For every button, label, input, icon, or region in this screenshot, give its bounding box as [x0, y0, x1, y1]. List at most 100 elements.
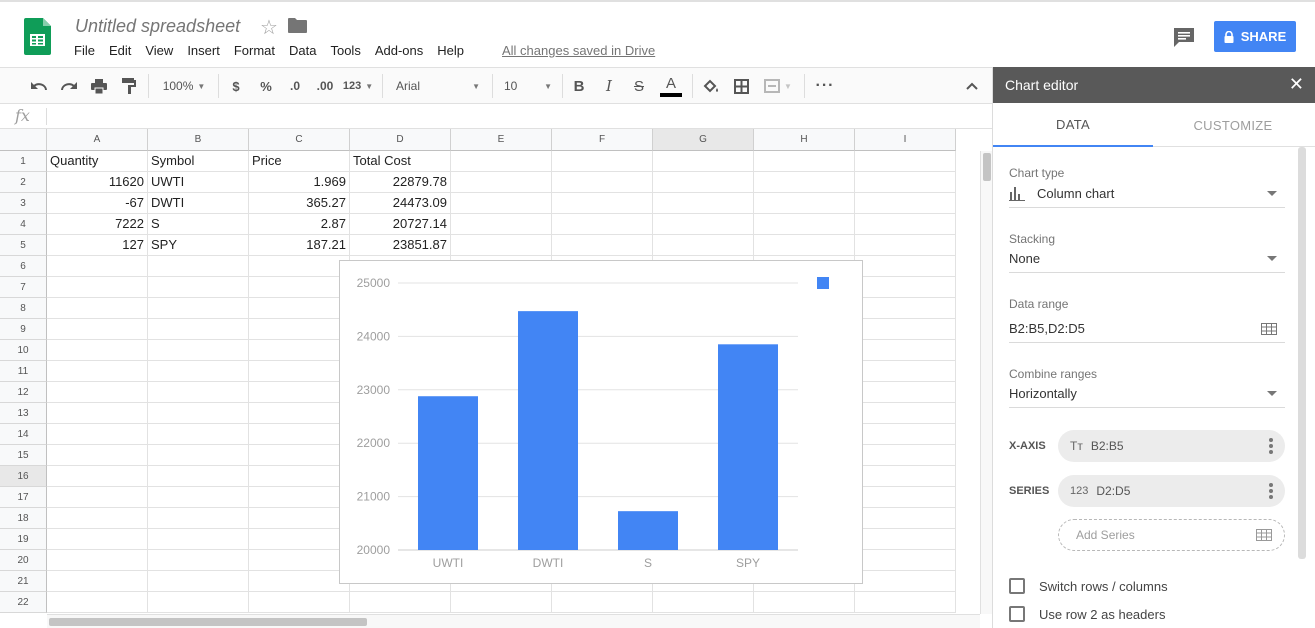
cell-g22[interactable]	[653, 592, 754, 613]
cell-a4[interactable]: 7222	[47, 214, 148, 235]
x-axis-range-chip[interactable]: Tт B2:B5	[1058, 430, 1285, 462]
paint-format-icon[interactable]	[118, 68, 140, 104]
cell-c18[interactable]	[249, 508, 350, 529]
row-header-17[interactable]: 17	[0, 487, 47, 508]
menu-edit[interactable]: Edit	[109, 43, 131, 58]
cell-a17[interactable]	[47, 487, 148, 508]
cell-h1[interactable]	[754, 151, 855, 172]
cell-c8[interactable]	[249, 298, 350, 319]
cell-a12[interactable]	[47, 382, 148, 403]
vertical-scrollbar[interactable]	[980, 151, 992, 614]
cell-c5[interactable]: 187.21	[249, 235, 350, 256]
cell-i21[interactable]	[855, 571, 956, 592]
cell-g1[interactable]	[653, 151, 754, 172]
cell-a16[interactable]	[47, 466, 148, 487]
cell-f5[interactable]	[552, 235, 653, 256]
cell-h22[interactable]	[754, 592, 855, 613]
merge-cells-icon[interactable]: ▼	[760, 68, 796, 104]
cell-d4[interactable]: 20727.14	[350, 214, 451, 235]
cell-b22[interactable]	[148, 592, 249, 613]
switch-rows-checkbox[interactable]	[1009, 578, 1025, 594]
cell-i9[interactable]	[855, 319, 956, 340]
cell-i10[interactable]	[855, 340, 956, 361]
cell-h3[interactable]	[754, 193, 855, 214]
cell-c17[interactable]	[249, 487, 350, 508]
row-header-2[interactable]: 2	[0, 172, 47, 193]
cell-a7[interactable]	[47, 277, 148, 298]
cell-d5[interactable]: 23851.87	[350, 235, 451, 256]
cell-f4[interactable]	[552, 214, 653, 235]
cell-b8[interactable]	[148, 298, 249, 319]
tab-data[interactable]: DATA	[993, 103, 1153, 147]
cell-f2[interactable]	[552, 172, 653, 193]
menu-file[interactable]: File	[74, 43, 95, 58]
cell-c19[interactable]	[249, 529, 350, 550]
menu-help[interactable]: Help	[437, 43, 464, 58]
menu-addons[interactable]: Add-ons	[375, 43, 423, 58]
cell-c15[interactable]	[249, 445, 350, 466]
cell-b3[interactable]: DWTI	[148, 193, 249, 214]
redo-icon[interactable]	[58, 68, 80, 104]
cell-b15[interactable]	[148, 445, 249, 466]
cell-a15[interactable]	[47, 445, 148, 466]
row-header-10[interactable]: 10	[0, 340, 47, 361]
row-header-5[interactable]: 5	[0, 235, 47, 256]
cell-a8[interactable]	[47, 298, 148, 319]
row-header-19[interactable]: 19	[0, 529, 47, 550]
cell-b18[interactable]	[148, 508, 249, 529]
cell-a1[interactable]: Quantity	[47, 151, 148, 172]
menu-insert[interactable]: Insert	[187, 43, 220, 58]
menu-tools[interactable]: Tools	[330, 43, 360, 58]
row-header-18[interactable]: 18	[0, 508, 47, 529]
cell-i17[interactable]	[855, 487, 956, 508]
row-header-12[interactable]: 12	[0, 382, 47, 403]
bar-uwti[interactable]	[418, 396, 478, 550]
cell-h2[interactable]	[754, 172, 855, 193]
fill-color-icon[interactable]	[700, 68, 722, 104]
cell-c3[interactable]: 365.27	[249, 193, 350, 214]
cell-i8[interactable]	[855, 298, 956, 319]
vertical-scroll-thumb[interactable]	[983, 153, 991, 181]
cell-g4[interactable]	[653, 214, 754, 235]
use-row-headers-checkbox[interactable]	[1009, 606, 1025, 622]
column-header-i[interactable]: I	[855, 129, 956, 151]
cell-i22[interactable]	[855, 592, 956, 613]
row-header-6[interactable]: 6	[0, 256, 47, 277]
cell-a2[interactable]: 11620	[47, 172, 148, 193]
cell-i20[interactable]	[855, 550, 956, 571]
cell-i18[interactable]	[855, 508, 956, 529]
cell-b13[interactable]	[148, 403, 249, 424]
cell-b19[interactable]	[148, 529, 249, 550]
strikethrough-button[interactable]: S	[630, 68, 648, 104]
cell-b1[interactable]: Symbol	[148, 151, 249, 172]
cell-c4[interactable]: 2.87	[249, 214, 350, 235]
cell-b21[interactable]	[148, 571, 249, 592]
select-all-corner[interactable]	[0, 129, 47, 151]
chart-type-select[interactable]: Column chart	[1009, 180, 1285, 208]
cell-e5[interactable]	[451, 235, 552, 256]
row-header-20[interactable]: 20	[0, 550, 47, 571]
row-header-14[interactable]: 14	[0, 424, 47, 445]
row-header-4[interactable]: 4	[0, 214, 47, 235]
cell-i14[interactable]	[855, 424, 956, 445]
formula-input[interactable]	[52, 104, 982, 128]
italic-button[interactable]: I	[600, 68, 618, 104]
star-icon[interactable]: ☆	[260, 15, 278, 40]
bar-s[interactable]	[618, 511, 678, 550]
row-header-7[interactable]: 7	[0, 277, 47, 298]
sheets-logo-icon[interactable]	[24, 18, 51, 55]
borders-icon[interactable]	[730, 68, 752, 104]
increase-decimal-button[interactable]: .00	[312, 68, 338, 104]
cell-b20[interactable]	[148, 550, 249, 571]
cell-f22[interactable]	[552, 592, 653, 613]
cell-i12[interactable]	[855, 382, 956, 403]
grid-select-icon[interactable]	[1261, 323, 1277, 335]
cell-c14[interactable]	[249, 424, 350, 445]
cell-c7[interactable]	[249, 277, 350, 298]
cell-i7[interactable]	[855, 277, 956, 298]
data-range-input[interactable]: B2:B5,D2:D5	[1009, 315, 1285, 343]
column-header-g[interactable]: G	[653, 129, 754, 151]
cell-b6[interactable]	[148, 256, 249, 277]
row-header-1[interactable]: 1	[0, 151, 47, 172]
cell-d22[interactable]	[350, 592, 451, 613]
